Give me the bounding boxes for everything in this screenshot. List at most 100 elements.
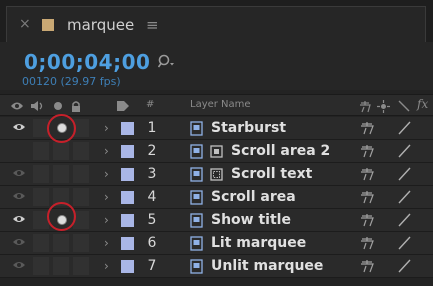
chevron-right-icon[interactable]: › bbox=[104, 236, 109, 250]
quality-switch-icon[interactable] bbox=[396, 143, 412, 159]
label-color-swatch[interactable] bbox=[121, 260, 134, 273]
shy-switch-icon[interactable] bbox=[360, 144, 374, 158]
layer-name[interactable]: Lit marquee bbox=[211, 235, 306, 251]
panel-menu-icon[interactable]: ≡ bbox=[146, 16, 159, 34]
layer-name[interactable]: Starburst bbox=[211, 120, 286, 136]
layer-number: 2 bbox=[147, 143, 157, 159]
audio-switch[interactable] bbox=[33, 257, 49, 275]
solo-switch[interactable] bbox=[53, 165, 69, 183]
label-color-swatch[interactable] bbox=[121, 237, 134, 250]
quality-switch-icon[interactable] bbox=[396, 120, 412, 136]
lock-switch[interactable] bbox=[73, 234, 89, 252]
layer-number: 1 bbox=[147, 120, 157, 136]
layer-row[interactable]: › 2 Scroll area 2 bbox=[0, 140, 433, 163]
layer-source-icon bbox=[190, 190, 203, 205]
label-color-swatch[interactable] bbox=[121, 214, 134, 227]
effects-switch-icon[interactable]: fx bbox=[417, 97, 428, 111]
audio-switch[interactable] bbox=[33, 142, 49, 160]
layer-number: 3 bbox=[147, 166, 157, 182]
quality-switch-icon[interactable] bbox=[396, 258, 412, 274]
eye-icon[interactable] bbox=[12, 168, 26, 178]
layer-number: 6 bbox=[147, 235, 157, 251]
eye-icon[interactable] bbox=[12, 191, 26, 201]
solo-switch[interactable] bbox=[53, 234, 69, 252]
eye-icon[interactable] bbox=[12, 237, 26, 247]
layer-name[interactable]: Scroll text bbox=[231, 166, 312, 182]
shy-switch-icon[interactable] bbox=[358, 100, 372, 113]
chevron-right-icon[interactable]: › bbox=[104, 121, 109, 135]
lock-switch[interactable] bbox=[73, 257, 89, 275]
label-color-swatch[interactable] bbox=[121, 122, 134, 135]
solo-switch[interactable] bbox=[53, 142, 69, 160]
shy-switch-icon[interactable] bbox=[360, 167, 374, 181]
eye-icon[interactable] bbox=[12, 214, 26, 224]
chevron-right-icon[interactable]: › bbox=[104, 213, 109, 227]
column-header: # Layer Name fx bbox=[0, 94, 433, 116]
label-color-swatch[interactable] bbox=[121, 168, 134, 181]
audio-switch[interactable] bbox=[33, 188, 49, 206]
tab-title[interactable]: marquee bbox=[67, 16, 134, 34]
quality-switch-icon[interactable] bbox=[396, 235, 412, 251]
audio-toggle-icon[interactable] bbox=[30, 100, 44, 112]
layer-source-icon bbox=[190, 236, 203, 251]
collapse-switch-icon[interactable] bbox=[377, 100, 390, 113]
shy-switch-icon[interactable] bbox=[360, 190, 374, 204]
solid-square-icon bbox=[210, 145, 223, 158]
layer-number: 4 bbox=[147, 189, 157, 205]
solo-header-icon[interactable] bbox=[52, 100, 64, 112]
solo-highlight-circle bbox=[47, 202, 76, 231]
dotted-square-icon bbox=[210, 168, 223, 181]
chevron-right-icon[interactable]: › bbox=[104, 144, 109, 158]
shy-switch-icon[interactable] bbox=[360, 213, 374, 227]
chevron-right-icon[interactable]: › bbox=[104, 259, 109, 273]
layer-source-icon bbox=[190, 121, 203, 136]
solo-switch[interactable] bbox=[53, 257, 69, 275]
label-color-swatch[interactable] bbox=[121, 191, 134, 204]
quality-switch-icon[interactable] bbox=[398, 100, 410, 112]
quality-switch-icon[interactable] bbox=[396, 166, 412, 182]
layer-source-icon bbox=[190, 213, 203, 228]
layer-row[interactable]: › 3 Scroll text bbox=[0, 163, 433, 186]
video-toggle-icon[interactable] bbox=[10, 100, 24, 112]
chevron-right-icon[interactable]: › bbox=[104, 190, 109, 204]
audio-switch[interactable] bbox=[33, 234, 49, 252]
lock-switch[interactable] bbox=[73, 165, 89, 183]
close-icon[interactable]: × bbox=[19, 17, 31, 31]
shy-switch-icon[interactable] bbox=[360, 121, 374, 135]
tab-bar: × marquee ≡ bbox=[0, 0, 433, 42]
timeline-panel: × marquee ≡ 0;00;04;00 00120 (29.97 fps) bbox=[0, 0, 433, 286]
layer-source-icon bbox=[190, 144, 203, 159]
layer-source-icon bbox=[190, 167, 203, 182]
quality-switch-icon[interactable] bbox=[396, 189, 412, 205]
tab-marquee[interactable]: × marquee ≡ bbox=[6, 6, 426, 42]
lock-icon[interactable] bbox=[70, 100, 82, 113]
label-tag-icon[interactable] bbox=[116, 100, 130, 112]
lock-switch[interactable] bbox=[73, 188, 89, 206]
time-display: 0;00;04;00 00120 (29.97 fps) bbox=[0, 42, 433, 90]
eye-icon[interactable] bbox=[12, 260, 26, 270]
layer-name[interactable]: Scroll area 2 bbox=[231, 143, 330, 159]
layer-number: 5 bbox=[147, 212, 157, 228]
chevron-right-icon[interactable]: › bbox=[104, 167, 109, 181]
layer-name[interactable]: Unlit marquee bbox=[211, 258, 323, 274]
lock-switch[interactable] bbox=[73, 142, 89, 160]
label-color-swatch[interactable] bbox=[121, 145, 134, 158]
layer-number: 7 bbox=[147, 258, 157, 274]
layer-row[interactable]: › 6 Lit marquee bbox=[0, 232, 433, 255]
quality-switch-icon[interactable] bbox=[396, 212, 412, 228]
frame-count: 00120 (29.97 fps) bbox=[22, 75, 121, 88]
layer-name[interactable]: Show title bbox=[211, 212, 291, 228]
layer-name-column-header[interactable]: Layer Name bbox=[190, 99, 251, 110]
solo-highlight-circle bbox=[47, 114, 76, 143]
eye-icon[interactable] bbox=[12, 122, 26, 132]
layer-row[interactable]: › 7 Unlit marquee bbox=[0, 255, 433, 278]
search-icon[interactable] bbox=[158, 54, 178, 72]
number-column-header: # bbox=[146, 99, 155, 110]
shy-switch-icon[interactable] bbox=[360, 236, 374, 250]
audio-switch[interactable] bbox=[33, 165, 49, 183]
current-time-display[interactable]: 0;00;04;00 bbox=[24, 50, 150, 74]
shy-switch-icon[interactable] bbox=[360, 259, 374, 273]
layer-source-icon bbox=[190, 259, 203, 274]
tab-color-swatch bbox=[42, 19, 54, 31]
layer-name[interactable]: Scroll area bbox=[211, 189, 296, 205]
